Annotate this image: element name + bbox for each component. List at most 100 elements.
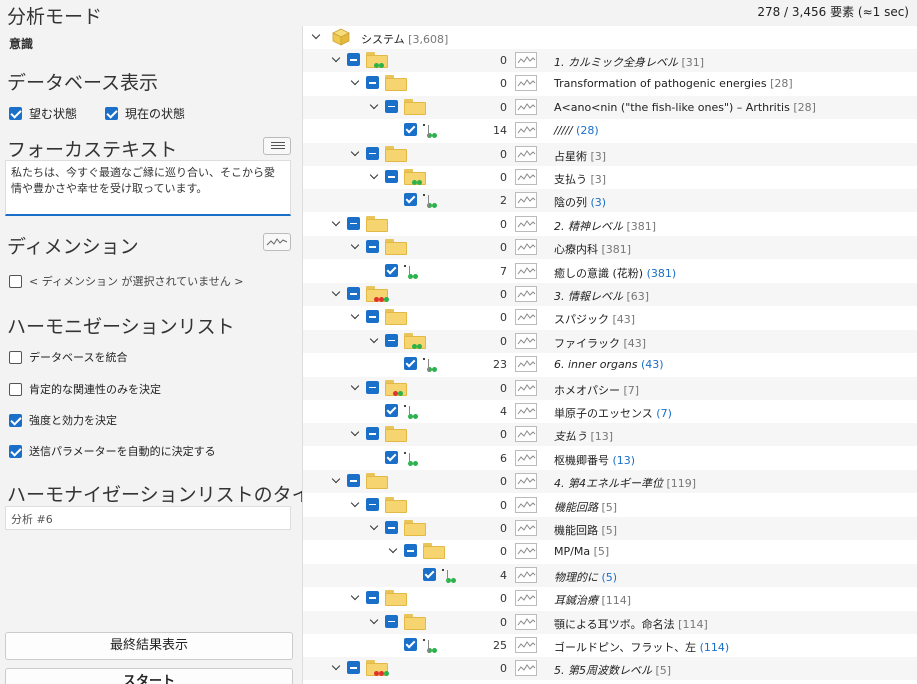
auto-params-checkbox[interactable] [9,444,22,458]
sparkline-icon[interactable] [515,379,537,396]
tree-row[interactable]: 0 顎による耳ツボ。命名法 [114] [303,610,917,634]
tree-row[interactable]: 0 3. 情報レベル [63] [303,283,917,306]
tree-row[interactable]: 0 機能回路 [5] [303,494,917,517]
tree-row[interactable]: 0 支払う [13] [303,423,917,447]
tree-row[interactable]: 23 6. inner organs (43) [303,353,917,376]
dimension-checkbox[interactable] [9,274,22,288]
checked-checkbox[interactable] [404,638,417,651]
sparkline-icon[interactable] [515,660,537,677]
sparkline-icon[interactable] [515,426,537,443]
desired-state-checkbox[interactable] [9,107,22,120]
option-strength[interactable]: 強度と効力を決定 [9,412,117,428]
sparkline-icon[interactable] [515,566,537,583]
strength-checkbox[interactable] [9,413,22,427]
list-title-input[interactable]: 分析 #6 [5,506,291,530]
current-state-checkbox[interactable] [105,107,118,120]
sparkline-icon[interactable] [515,98,537,115]
focus-text-field[interactable]: 私たちは、今すぐ最適なご縁に巡り合い、そこから愛情や豊かさや幸せを受け取っていま… [5,160,291,216]
tree-row[interactable]: 0 2. 精神レベル [381] [303,213,917,236]
sparkline-icon[interactable] [515,403,537,419]
analysis-mode-value[interactable]: 意識 [9,35,33,52]
chevron-down-icon[interactable] [370,100,380,112]
partial-checkbox[interactable] [385,99,398,113]
sparkline-icon[interactable] [515,215,537,232]
chevron-down-icon[interactable] [351,498,361,510]
chevron-down-icon[interactable] [332,474,342,486]
tree-row[interactable]: 0 A<ano<nin ("the fish-like ones") – Arth… [303,95,917,119]
tree-row[interactable]: 0 5. 第5周波数レベル [5] [303,657,917,681]
sparkline-icon[interactable] [515,637,537,653]
current-state-option[interactable]: 現在の状態 [105,105,185,122]
chevron-down-icon[interactable] [351,310,361,322]
checked-checkbox[interactable] [385,404,398,417]
partial-checkbox[interactable] [385,333,398,347]
partial-checkbox[interactable] [366,240,379,254]
chevron-down-icon[interactable] [389,544,399,556]
checked-checkbox[interactable] [404,123,417,137]
chevron-down-icon[interactable] [370,521,380,533]
tree-row[interactable]: 0 4. 第4エネルギー準位 [119] [303,470,917,494]
sparkline-icon[interactable] [515,192,537,209]
tree-row[interactable]: 0 スパジック [43] [303,306,917,329]
partial-checkbox[interactable] [366,497,379,511]
graph-icon[interactable] [263,233,291,251]
chevron-down-icon[interactable] [332,217,342,229]
tree-row[interactable]: 0 耳鍼治療 [114] [303,587,917,610]
sparkline-icon[interactable] [515,75,537,92]
sparkline-icon[interactable] [515,356,537,373]
partial-checkbox[interactable] [347,287,360,300]
sparkline-icon[interactable] [515,145,537,162]
partial-checkbox[interactable] [366,380,379,394]
chevron-down-icon[interactable] [351,427,361,439]
sparkline-icon[interactable] [515,286,537,302]
option-positive-only[interactable]: 肯定的な関連性のみを決定 [9,381,161,397]
sparkline-icon[interactable] [515,332,537,349]
tree-row[interactable]: 0 ファイラック [43] [303,329,917,353]
dimension-option[interactable]: < ディメンション が選択されていません > [9,273,244,289]
partial-checkbox[interactable] [347,53,360,66]
tree-row[interactable]: 0 機能回路 [5] [303,517,917,540]
partial-checkbox[interactable] [366,146,379,160]
checked-checkbox[interactable] [404,193,417,207]
tree-root-row[interactable]: システム [3,608] [303,26,917,49]
tree-row[interactable]: 25 ゴールドピン、フラット、左 (114) [303,634,917,657]
sparkline-icon[interactable] [515,262,537,279]
tree-view[interactable]: システム [3,608] 0 1. カルミック全身レベル [31] 0 Transfo… [302,26,917,684]
tree-row[interactable]: 0 占星術 [3] [303,142,917,166]
chevron-down-icon[interactable] [332,53,342,65]
option-merge-db[interactable]: データベースを統合 [9,349,127,365]
tree-row[interactable]: 6 枢機卿番号 (13) [303,447,917,470]
list-icon[interactable] [263,137,291,155]
sparkline-icon[interactable] [515,52,537,68]
tree-row[interactable]: 14 ///// (28) [303,119,917,142]
chevron-down-icon[interactable] [332,661,342,673]
sparkline-icon[interactable] [515,239,537,256]
partial-checkbox[interactable] [366,427,379,441]
partial-checkbox[interactable] [366,310,379,324]
final-result-button[interactable]: 最終結果表示 [5,632,293,660]
sparkline-icon[interactable] [515,309,537,326]
sparkline-icon[interactable] [515,496,537,513]
sparkline-icon[interactable] [515,543,537,560]
tree-row[interactable]: 4 物理的に (5) [303,563,917,587]
chevron-down-icon[interactable] [351,240,361,252]
checked-checkbox[interactable] [404,357,417,371]
chevron-down-icon[interactable] [351,591,361,603]
desired-state-option[interactable]: 望む状態 [9,105,77,122]
partial-checkbox[interactable] [385,614,398,628]
sparkline-icon[interactable] [515,473,537,490]
chevron-down-icon[interactable] [351,76,361,88]
chevron-down-icon[interactable] [370,615,380,627]
partial-checkbox[interactable] [347,661,360,675]
tree-row[interactable]: 0 心療内科 [381] [303,236,917,260]
chevron-down-icon[interactable] [370,334,380,346]
chevron-down-icon[interactable] [370,170,380,182]
checked-checkbox[interactable] [385,263,398,277]
tree-row[interactable]: 0 1. カルミック全身レベル [31] [303,49,917,72]
sparkline-icon[interactable] [515,590,537,607]
tree-row[interactable]: 0 支払う [3] [303,166,917,189]
partial-checkbox[interactable] [347,474,360,488]
sparkline-icon[interactable] [515,520,537,536]
partial-checkbox[interactable] [385,170,398,183]
chevron-down-icon[interactable] [351,147,361,159]
